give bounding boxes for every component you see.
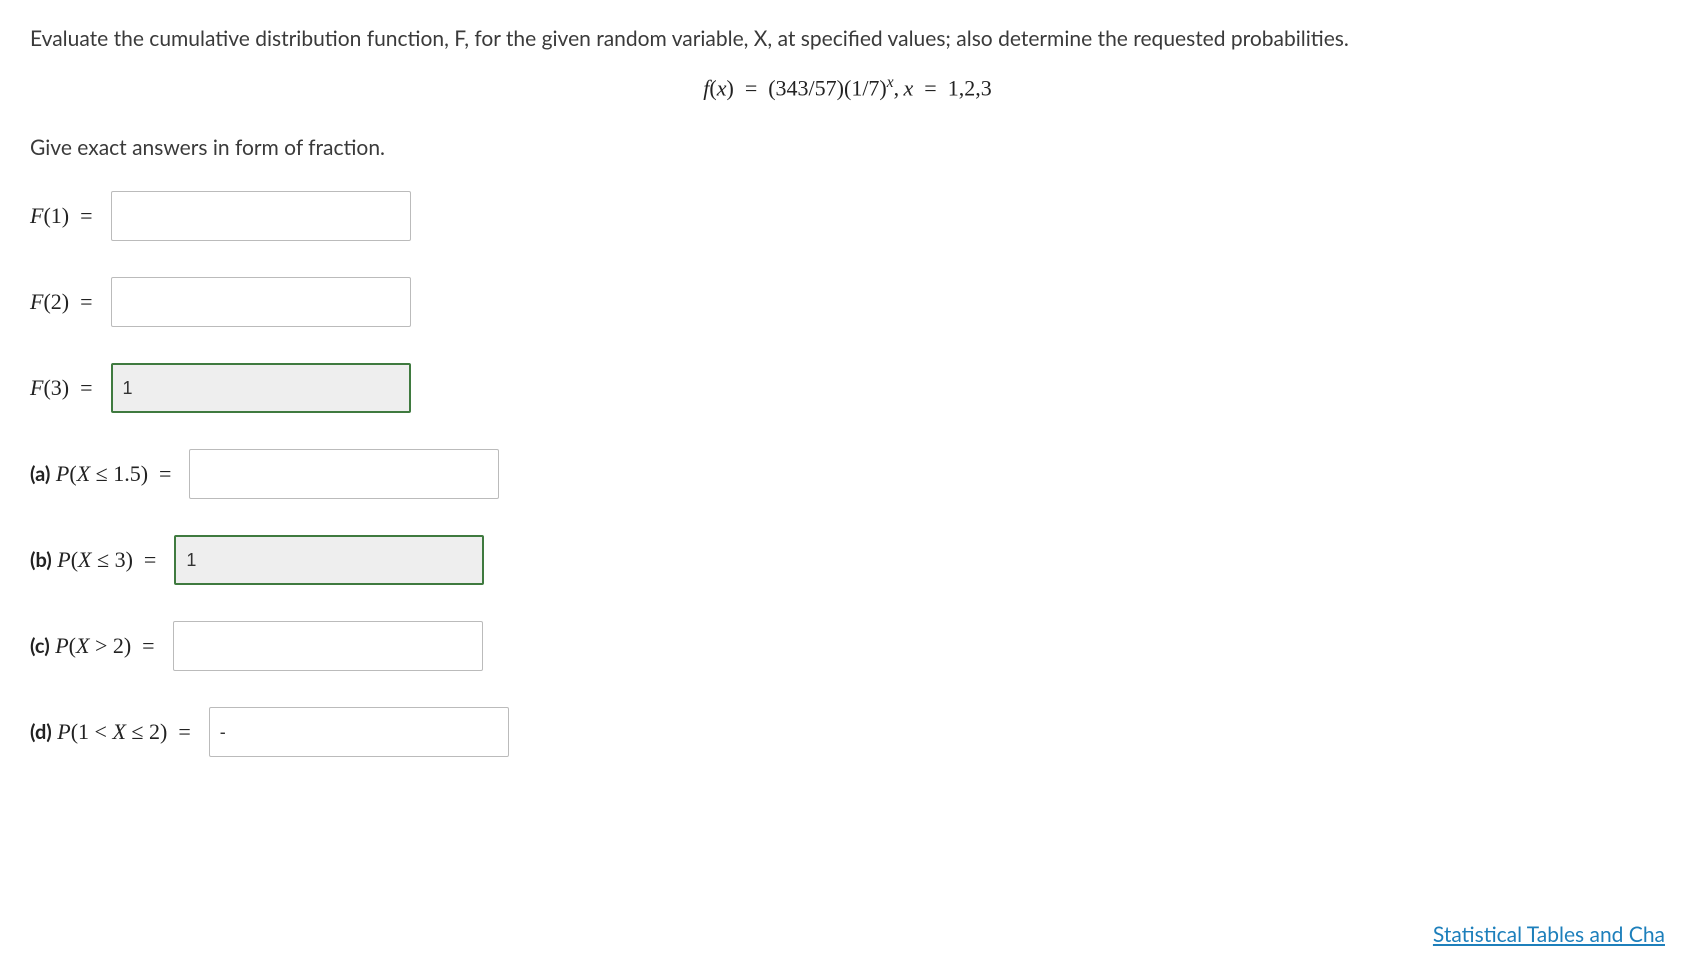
question-container: Evaluate the cumulative distribution fun… bbox=[30, 24, 1665, 954]
formula-display: f(x) = (343/57)(1/7)x, x = 1,2,3 bbox=[30, 72, 1665, 104]
input-a[interactable] bbox=[189, 449, 499, 499]
row-c: (c) P(X > 2) = bbox=[30, 621, 1665, 671]
label-F3: F(3) = bbox=[30, 372, 93, 404]
row-F1: F(1) = bbox=[30, 191, 1665, 241]
label-b: (b) P(X ≤ 3) = bbox=[30, 544, 156, 576]
input-F2[interactable] bbox=[111, 277, 411, 327]
question-intro: Evaluate the cumulative distribution fun… bbox=[30, 24, 1665, 54]
label-d: (d) P(1 < X ≤ 2) = bbox=[30, 716, 191, 748]
input-d[interactable] bbox=[209, 707, 509, 757]
instruction-subhead: Give exact answers in form of fraction. bbox=[30, 133, 1665, 163]
input-c[interactable] bbox=[173, 621, 483, 671]
row-F3: F(3) = bbox=[30, 363, 1665, 413]
label-c: (c) P(X > 2) = bbox=[30, 630, 155, 662]
input-F1[interactable] bbox=[111, 191, 411, 241]
row-b: (b) P(X ≤ 3) = bbox=[30, 535, 1665, 585]
row-a: (a) P(X ≤ 1.5) = bbox=[30, 449, 1665, 499]
row-d: (d) P(1 < X ≤ 2) = bbox=[30, 707, 1665, 757]
label-a: (a) P(X ≤ 1.5) = bbox=[30, 458, 171, 490]
input-F3[interactable] bbox=[111, 363, 411, 413]
input-b[interactable] bbox=[174, 535, 484, 585]
label-F2: F(2) = bbox=[30, 286, 93, 318]
label-F1: F(1) = bbox=[30, 200, 93, 232]
row-F2: F(2) = bbox=[30, 277, 1665, 327]
statistical-tables-link[interactable]: Statistical Tables and Cha bbox=[1433, 920, 1665, 950]
